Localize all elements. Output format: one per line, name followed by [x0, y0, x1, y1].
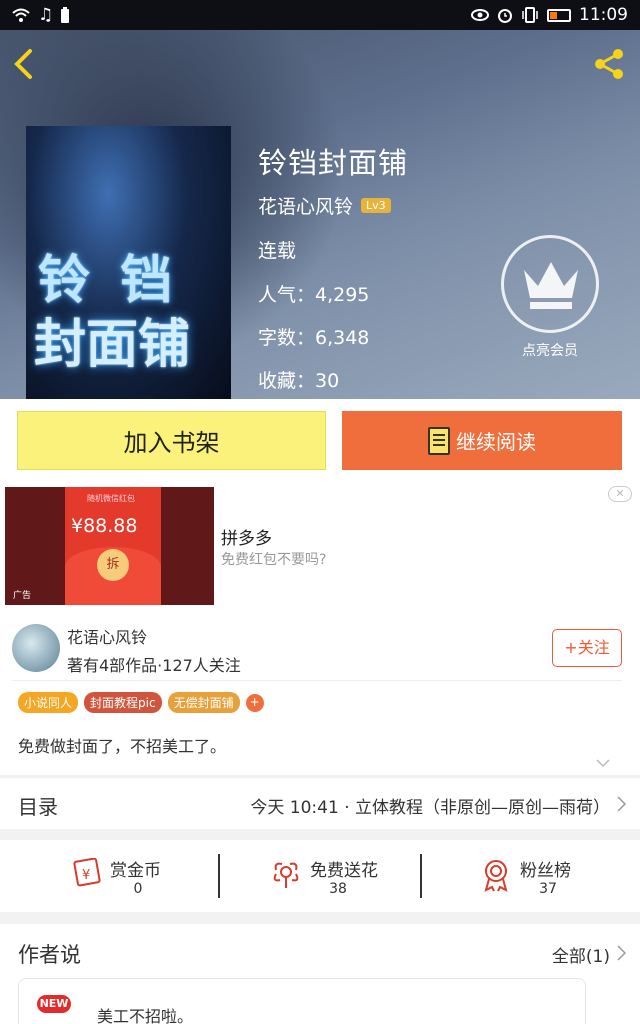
- battery-icon: [547, 8, 571, 22]
- book-author-name[interactable]: 花语心风铃: [258, 192, 353, 219]
- wifi-icon: [12, 8, 30, 22]
- tag-free-cover[interactable]: 无偿封面铺: [167, 692, 240, 713]
- stat-label: 粉丝榜: [520, 861, 571, 881]
- ad-banner[interactable]: 随机微信红包 ¥88.88 拆 广告 拼多多 免费红包不要吗? ✕: [0, 481, 640, 610]
- cover-text-line2: 封面铺: [34, 314, 191, 375]
- add-to-shelf-button[interactable]: 加入书架: [17, 411, 326, 470]
- book-cover[interactable]: 铃 铛 封面铺: [26, 126, 231, 399]
- chevron-right-icon: [617, 796, 626, 812]
- new-badge: NEW: [37, 995, 71, 1013]
- book-icon: [428, 426, 450, 455]
- level-badge: Lv3: [361, 198, 391, 213]
- ad-title: 拼多多: [221, 529, 272, 549]
- book-title: 铃铛封面铺: [258, 146, 409, 180]
- stat-value: 37: [539, 881, 557, 897]
- toc-label: 目录: [18, 795, 58, 819]
- author-says-section: 作者说 全部(1) NEW 美工不招啦。: [0, 924, 640, 1024]
- back-arrow-icon[interactable]: [10, 47, 40, 81]
- vip-label: 点亮会员: [522, 343, 578, 359]
- eye-icon: [471, 9, 489, 21]
- stat-value: 38: [329, 881, 347, 897]
- vibrate-icon: [522, 7, 538, 23]
- book-word-count: 字数：6,348: [258, 327, 370, 349]
- book-favorites: 收藏：30: [258, 370, 340, 392]
- vip-button[interactable]: [501, 235, 599, 333]
- chevron-right-icon: [617, 945, 626, 961]
- author-name[interactable]: 花语心风铃: [67, 624, 147, 648]
- share-icon[interactable]: [592, 47, 626, 81]
- stat-reward-coins[interactable]: ¥ 赏金币 0: [0, 840, 200, 912]
- status-left: ♫: [12, 5, 70, 25]
- stat-value: 0: [133, 881, 143, 897]
- status-bar: ♫ 11:09: [0, 0, 640, 30]
- book-header: 铃 铛 封面铺 铃铛封面铺 花语心风铃 Lv3 连载 人气：4,295 字数：6…: [0, 30, 640, 399]
- stat-fan-ranking[interactable]: 粉丝榜 37: [410, 840, 610, 912]
- status-time: 11:09: [579, 5, 628, 25]
- flower-icon: [273, 862, 299, 888]
- avatar[interactable]: [12, 624, 60, 672]
- continue-reading-label: 继续阅读: [456, 430, 536, 454]
- stat-label: 赏金币: [110, 861, 161, 881]
- ad-amount: ¥88.88: [71, 515, 138, 537]
- ad-close-icon[interactable]: ✕: [608, 486, 632, 502]
- view-all-link[interactable]: 全部(1): [552, 942, 610, 967]
- stats-bar: ¥ 赏金币 0 免费送花 38 粉丝榜 37: [0, 840, 640, 912]
- battery-saver-icon: [61, 7, 70, 23]
- author-bio: 免费做封面了，不招美工了。: [18, 737, 227, 756]
- author-card: 花语心风铃 著有4部作品·127人关注 +关注 小说同人 封面教程pic 无偿封…: [0, 610, 640, 775]
- ad-image: 随机微信红包 ¥88.88 拆 广告: [5, 487, 214, 605]
- book-status: 连载: [258, 240, 297, 262]
- music-icon: ♫: [38, 5, 54, 25]
- coin-envelope-icon: ¥: [73, 858, 101, 887]
- divider: [12, 680, 622, 681]
- author-note-card[interactable]: NEW 美工不招啦。: [18, 978, 586, 1024]
- ad-subtitle: 免费红包不要吗?: [221, 552, 327, 568]
- stat-label: 免费送花: [310, 861, 378, 881]
- chevron-down-icon[interactable]: [596, 756, 610, 770]
- book-author[interactable]: 花语心风铃 Lv3: [258, 192, 391, 219]
- tag-cover-tutorial[interactable]: 封面教程pic: [84, 692, 162, 713]
- alarm-icon: [498, 9, 512, 23]
- toc-latest-chapter: 今天 10:41 · 立体教程（非原创—原创—雨荷）: [250, 798, 610, 818]
- follow-button[interactable]: +关注: [552, 629, 622, 667]
- author-note-text: 美工不招啦。: [97, 1007, 194, 1024]
- ad-banner-subtitle: 随机微信红包: [87, 494, 135, 503]
- svg-text:¥: ¥: [82, 868, 90, 883]
- more-tags-button[interactable]: +: [245, 693, 264, 712]
- ad-tag: 广告: [13, 591, 32, 601]
- status-right: 11:09: [471, 5, 628, 25]
- author-info: 著有4部作品·127人关注: [67, 656, 241, 675]
- action-bar: 加入书架 继续阅读: [0, 399, 640, 481]
- book-popularity: 人气：4,295: [258, 284, 370, 306]
- ad-coin: 拆: [97, 549, 129, 581]
- author-says-title: 作者说: [18, 943, 81, 967]
- continue-reading-button[interactable]: 继续阅读: [342, 411, 622, 470]
- tag-fanfic[interactable]: 小说同人: [18, 692, 79, 713]
- author-tags: 小说同人 封面教程pic 无偿封面铺 +: [18, 692, 264, 713]
- award-icon: [484, 860, 508, 892]
- toc-row[interactable]: 目录 今天 10:41 · 立体教程（非原创—原创—雨荷）: [0, 778, 640, 829]
- crown-icon: [524, 262, 578, 309]
- stat-free-flowers[interactable]: 免费送花 38: [200, 840, 400, 912]
